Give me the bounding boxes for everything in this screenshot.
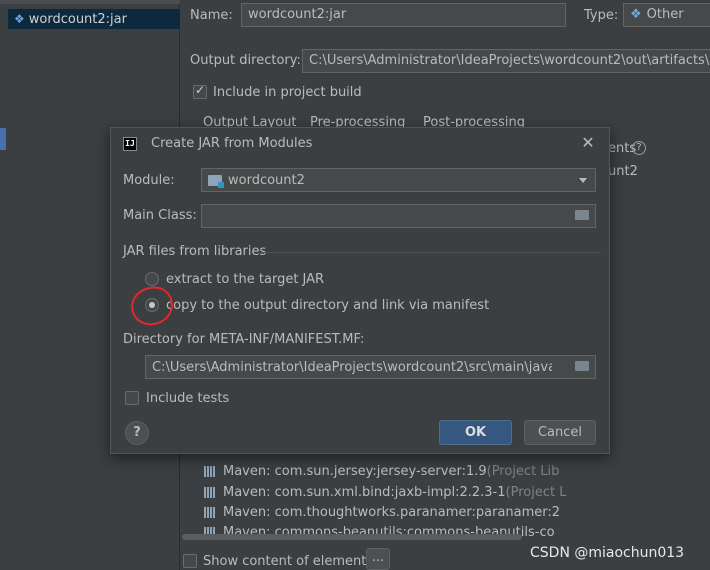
intellij-logo-icon: IJ <box>123 137 137 151</box>
section-divider <box>261 252 601 253</box>
library-name: Maven: com.sun.xml.bind:jaxb-impl:2.2.3-… <box>223 485 506 500</box>
library-icon <box>204 507 216 518</box>
manifest-directory-input[interactable]: C:\Users\Administrator\IdeaProjects\word… <box>145 355 596 379</box>
output-directory-input[interactable]: C:\Users\Administrator\IdeaProjects\word… <box>302 49 710 73</box>
module-label: Module: <box>123 173 175 188</box>
list-item[interactable]: Maven: com.thoughtworks.paranamer:parana… <box>204 505 560 520</box>
include-in-build-label: Include in project build <box>213 85 362 100</box>
artifact-type-icon: ❖ <box>630 7 642 22</box>
type-value: Other <box>646 7 684 22</box>
library-name: Maven: com.thoughtworks.paranamer:parana… <box>223 505 561 520</box>
artifact-icon: ❖ <box>14 12 25 26</box>
jar-section-label: JAR files from libraries <box>123 244 267 259</box>
sidebar-accent-marker <box>0 128 6 150</box>
show-content-checkbox[interactable] <box>183 554 197 568</box>
browse-folder-icon[interactable] <box>575 210 589 220</box>
manifest-directory-label: Directory for META-INF/MANIFEST.MF: <box>123 332 365 347</box>
library-icon <box>204 487 216 498</box>
browse-folder-icon[interactable] <box>575 361 589 371</box>
copy-option-label: copy to the output directory and link vi… <box>166 298 490 313</box>
library-scope: (Project Lib <box>486 464 560 479</box>
list-item[interactable]: Maven: com.sun.jersey:jersey-server:1.9 … <box>204 464 559 479</box>
close-icon[interactable]: ✕ <box>579 133 597 153</box>
dialog-title-bar[interactable]: IJ Create JAR from Modules ✕ <box>111 128 609 160</box>
main-class-label: Main Class: <box>123 208 197 223</box>
type-label: Type: <box>584 8 619 23</box>
include-in-build-checkbox[interactable] <box>193 83 207 99</box>
include-tests-label: Include tests <box>146 391 230 406</box>
module-select[interactable]: wordcount2 <box>201 168 596 192</box>
create-jar-dialog: IJ Create JAR from Modules ✕ Module: wor… <box>110 127 610 454</box>
extract-radio[interactable] <box>145 272 159 286</box>
output-directory-label: Output directory: <box>190 53 301 68</box>
name-label: Name: <box>190 8 233 23</box>
type-select[interactable]: ❖ Other <box>623 3 710 27</box>
manifest-directory-value: C:\Users\Administrator\IdeaProjects\word… <box>152 359 552 375</box>
chevron-down-icon <box>579 178 587 183</box>
available-module-label: unt2 <box>608 164 638 179</box>
cancel-button[interactable]: Cancel <box>524 420 596 445</box>
sidebar-top-strip <box>0 0 180 4</box>
dialog-title: Create JAR from Modules <box>151 136 313 151</box>
include-tests-checkbox[interactable] <box>125 391 139 405</box>
sidebar-item-wordcount2-jar[interactable]: ❖ wordcount2:jar <box>8 9 180 29</box>
watermark: CSDN @miaochun013 <box>530 545 685 561</box>
sidebar-item-label: wordcount2:jar <box>28 11 127 27</box>
red-annotation-circle <box>127 283 177 329</box>
help-small-icon[interactable]: ? <box>632 141 646 155</box>
extract-option-label: extract to the target JAR <box>166 272 325 287</box>
ok-button[interactable]: OK <box>439 420 512 445</box>
show-content-label: Show content of elements <box>203 554 374 569</box>
name-input[interactable]: wordcount2:jar <box>241 3 566 27</box>
main-class-input[interactable] <box>201 204 596 228</box>
library-icon <box>204 466 216 477</box>
module-value: wordcount2 <box>228 172 305 188</box>
library-name: Maven: com.sun.jersey:jersey-server:1.9 <box>223 464 487 479</box>
module-folder-icon <box>208 174 224 188</box>
list-item[interactable]: Maven: com.sun.xml.bind:jaxb-impl:2.2.3-… <box>204 485 566 500</box>
library-scope: (Project L <box>505 485 567 500</box>
help-button[interactable]: ? <box>125 421 149 445</box>
horizontal-scrollbar[interactable] <box>182 534 522 540</box>
more-options-button[interactable]: ... <box>366 548 390 570</box>
